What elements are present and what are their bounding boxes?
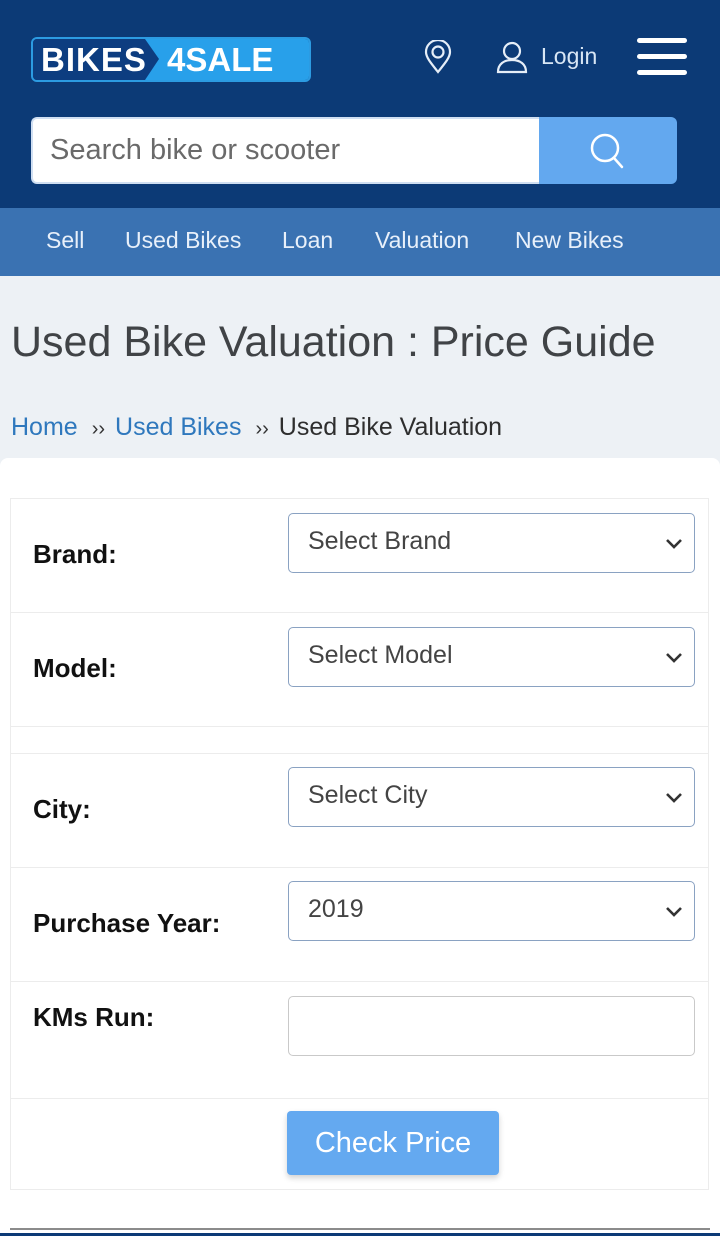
spacer-row (11, 727, 708, 754)
city-select-value: Select City (308, 781, 428, 809)
logo-text-4sale: 4SALE (145, 39, 309, 80)
purchase-year-row: Purchase Year: 2019 (11, 868, 708, 982)
valuation-form-card: Brand: Select Brand Model: Select Model … (0, 458, 720, 1236)
chevron-down-icon (666, 793, 682, 803)
check-price-button[interactable]: Check Price (287, 1111, 499, 1175)
city-row: City: Select City (11, 754, 708, 868)
kms-run-label: KMs Run: (33, 1002, 155, 1032)
model-row: Model: Select Model (11, 613, 708, 727)
nav-item-used-bikes[interactable]: Used Bikes (125, 227, 241, 254)
brand-select-value: Select Brand (308, 527, 452, 555)
purchase-year-label: Purchase Year: (33, 908, 221, 938)
logo-text-bikes: BIKES (33, 39, 159, 80)
nav-item-new-bikes[interactable]: New Bikes (515, 227, 624, 254)
purchase-year-select-value: 2019 (308, 895, 364, 923)
nav-item-valuation[interactable]: Valuation (375, 227, 469, 254)
submit-row: Check Price (11, 1099, 708, 1189)
city-label: City: (33, 794, 91, 824)
chevron-down-icon (666, 907, 682, 917)
user-icon[interactable] (495, 40, 529, 74)
valuation-form: Brand: Select Brand Model: Select Model … (10, 498, 709, 1190)
brand-row: Brand: Select Brand (11, 499, 708, 613)
top-header: BIKES 4SALE Login (0, 0, 720, 208)
purchase-year-select[interactable]: 2019 (288, 881, 695, 941)
breadcrumb-separator: ›› (91, 418, 106, 440)
breadcrumb-separator: ›› (255, 418, 269, 440)
brand-select[interactable]: Select Brand (288, 513, 695, 573)
nav-item-loan[interactable]: Loan (282, 227, 333, 254)
chevron-down-icon (666, 653, 682, 663)
search-input[interactable] (31, 117, 539, 184)
page-title: Used Bike Valuation : Price Guide (11, 318, 656, 366)
kms-run-input[interactable] (288, 996, 695, 1056)
breadcrumb-current: Used Bike Valuation (278, 413, 503, 441)
nav-item-sell[interactable]: Sell (46, 227, 84, 254)
chevron-down-icon (666, 539, 682, 549)
search-icon (590, 133, 624, 168)
breadcrumb-used-bikes[interactable]: Used Bikes (115, 413, 241, 441)
breadcrumb: Home ›› Used Bikes ›› Used Bike Valuation (11, 413, 502, 442)
hamburger-menu-icon[interactable] (637, 38, 687, 76)
brand-label: Brand: (33, 539, 117, 569)
main-nav: Sell Used Bikes Loan Valuation New Bikes (0, 208, 720, 276)
site-logo[interactable]: BIKES 4SALE (31, 37, 311, 82)
login-link[interactable]: Login (541, 43, 597, 70)
model-select-value: Select Model (308, 641, 453, 669)
location-pin-icon[interactable] (423, 40, 453, 74)
model-select[interactable]: Select Model (288, 627, 695, 687)
search-button[interactable] (539, 117, 677, 184)
model-label: Model: (33, 653, 117, 683)
city-select[interactable]: Select City (288, 767, 695, 827)
kms-run-row: KMs Run: (11, 982, 708, 1099)
footer-divider (10, 1228, 710, 1230)
search-bar (31, 117, 677, 184)
breadcrumb-home[interactable]: Home (11, 413, 78, 441)
